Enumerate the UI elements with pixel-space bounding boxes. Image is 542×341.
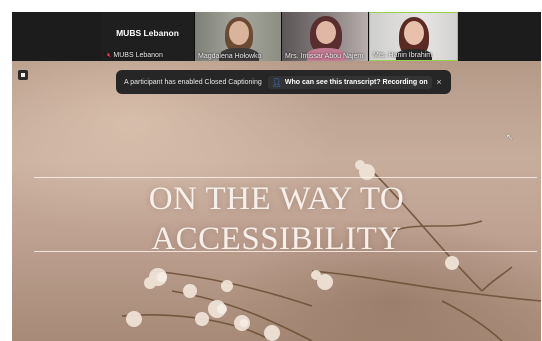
- transcript-visibility-link[interactable]: 👤︎ Who can see this transcript? Recordin…: [267, 75, 432, 89]
- participant-strip: MUBS Lebanon 🔇︎ MUBS Lebanon Magdalena Ho…: [12, 12, 541, 61]
- transcript-link-label: Who can see this transcript? Recording o…: [284, 78, 428, 86]
- participant-name-label: Magdalena Hołowko: [198, 53, 262, 60]
- mouse-cursor-icon: ↖: [506, 132, 514, 142]
- slide-title-line-2: ACCESSIBILITY: [151, 221, 402, 257]
- participant-name-label: 🔇︎ MUBS Lebanon: [107, 52, 163, 60]
- slide-rule-top: [34, 177, 537, 178]
- slide-title: ON THE WAY TO ACCESSIBILITY: [12, 179, 541, 259]
- zoom-meeting-window: MUBS Lebanon 🔇︎ MUBS Lebanon Magdalena Ho…: [12, 12, 541, 341]
- participant-tile-host[interactable]: MUBS Lebanon 🔇︎ MUBS Lebanon: [101, 12, 195, 61]
- notice-message: A participant has enabled Closed Caption…: [124, 78, 262, 86]
- participant-name-label: Mrs. Intissar Abou Najem: [285, 53, 364, 60]
- participant-name-label: Mrs. Hanin Ibrahim: [373, 52, 433, 59]
- user-icon: 👤︎: [271, 77, 282, 87]
- square-icon: [21, 73, 25, 77]
- host-display-name: MUBS Lebanon: [116, 28, 179, 38]
- view-toggle-button[interactable]: [18, 70, 28, 80]
- slide-title-line-1: ON THE WAY TO: [148, 181, 405, 217]
- participant-tile-active-speaker[interactable]: Mrs. Hanin Ibrahim: [369, 12, 458, 61]
- slide-rule-bottom: [34, 251, 537, 252]
- shared-screen-slide: ON THE WAY TO ACCESSIBILITY: [12, 61, 541, 341]
- host-name-text: MUBS Lebanon: [113, 52, 163, 59]
- participant-tile-video[interactable]: Magdalena Hołowko: [195, 12, 282, 61]
- mic-off-icon: 🔇︎: [107, 52, 112, 59]
- closed-captioning-notice: A participant has enabled Closed Caption…: [116, 70, 451, 94]
- participant-tile-video[interactable]: Mrs. Intissar Abou Najem: [282, 12, 369, 61]
- close-icon[interactable]: ×: [433, 77, 445, 87]
